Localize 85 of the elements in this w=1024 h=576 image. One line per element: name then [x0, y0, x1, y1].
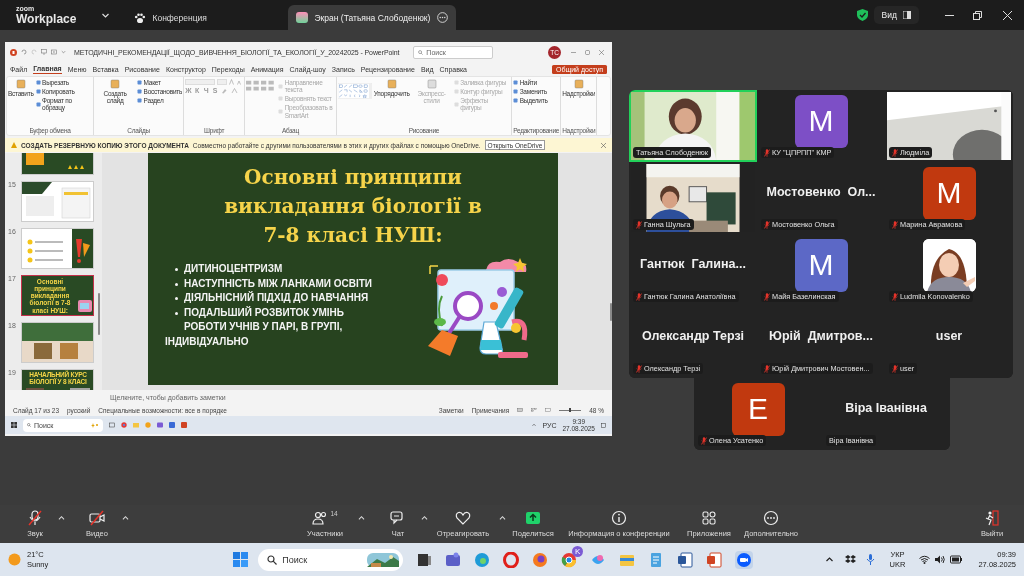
search-field[interactable]: Поиск	[258, 548, 404, 571]
undo-icon[interactable]	[21, 49, 27, 55]
powerpoint-icon	[10, 48, 17, 56]
scrollbar[interactable]	[98, 293, 100, 335]
participant-name: Віра Іванівна	[845, 401, 927, 415]
document-icon[interactable]	[677, 551, 694, 568]
avatar: M	[794, 94, 848, 148]
participant-name: Гантюк Галина...	[640, 257, 746, 271]
normal-view-icon[interactable]	[517, 408, 524, 412]
bullet-text: ІНДИВІДУАЛЬНО	[165, 334, 250, 349]
meeting-tab[interactable]: Конференция	[126, 5, 287, 30]
bullet-icon	[175, 282, 178, 286]
avatar: M	[922, 166, 976, 220]
more-icon	[763, 510, 779, 526]
chat-icon	[390, 510, 406, 526]
wifi-icon[interactable]	[919, 555, 931, 564]
font-color-icon[interactable]	[231, 87, 239, 94]
battery-icon[interactable]	[950, 555, 963, 564]
slide-thumbnail[interactable]	[21, 181, 94, 222]
list-format-icons[interactable]	[246, 79, 277, 93]
logo-text: Workplace	[16, 13, 77, 25]
mic-icon[interactable]	[864, 554, 876, 565]
chat-app-icon[interactable]	[157, 422, 163, 428]
chevron-down-icon[interactable]	[101, 11, 111, 19]
bullet-text: ДІЯЛЬНІСНИЙ ПІДХІД ДО НАВЧАННЯ	[184, 291, 369, 305]
command-icon	[278, 109, 284, 115]
scrollbar[interactable]	[610, 303, 612, 321]
screen-share-tab[interactable]: Экран (Татьяна Слободенюк)	[288, 5, 457, 30]
command-icon	[110, 79, 121, 89]
apps-icon	[701, 510, 717, 526]
avatar: E	[731, 382, 785, 436]
video-app-icon[interactable]	[735, 550, 754, 569]
presentation-icon[interactable]	[706, 551, 723, 568]
sparkle-icon	[91, 422, 99, 428]
volume-icon[interactable]	[935, 555, 946, 564]
slide-thumbnail[interactable]	[21, 322, 94, 363]
command-icon	[386, 79, 397, 89]
command-icon	[573, 79, 584, 89]
avatar: M	[794, 238, 848, 292]
bullet-icon	[175, 268, 178, 271]
slide-title: Основні принципи викладання біології в 7-8 класі НУШ:	[223, 164, 483, 249]
participant-name: user	[935, 329, 963, 343]
paw-icon	[134, 11, 147, 24]
search-icon	[27, 423, 31, 427]
share-screen-icon	[525, 510, 541, 526]
participant-name: Мостовенко Ол...	[766, 185, 876, 199]
info-icon	[611, 510, 627, 526]
box-icon[interactable]	[844, 554, 856, 565]
bullet-icon	[175, 311, 178, 315]
exit-icon	[984, 510, 1000, 526]
bullet-text: ДИТИНОЦЕНТРИЗМ	[184, 262, 283, 276]
presenter-icon[interactable]	[41, 49, 47, 55]
participant-name: Олександр Терзі	[641, 329, 745, 343]
restore-icon[interactable]	[973, 10, 982, 20]
people-icon	[312, 510, 329, 526]
command-icon	[15, 79, 26, 89]
bullet-icon	[175, 297, 178, 300]
sorter-view-icon[interactable]	[531, 408, 538, 412]
warning-icon	[11, 142, 17, 148]
weather-sun-icon	[8, 553, 21, 566]
view-button[interactable]: Вид	[873, 6, 919, 24]
start-icon[interactable]	[11, 422, 17, 428]
command-icon	[278, 96, 284, 102]
search-icon	[267, 554, 278, 565]
reading-view-icon[interactable]	[545, 408, 552, 412]
notification-icon[interactable]	[601, 422, 606, 428]
slideshow-icon[interactable]	[51, 49, 57, 55]
chat-app-icon[interactable]	[445, 551, 462, 568]
bullet-text: ПОДАЛЬШИЙ РОЗВИТОК УМІНЬ РОБОТИ УЧНІВ У ПАРІ, В ГРУПІ,	[184, 305, 344, 334]
highlight-icon[interactable]	[221, 87, 229, 94]
shared-screen-icon	[296, 12, 309, 23]
slide-thumbnail[interactable]	[21, 228, 94, 269]
bullet-text: НАСТУПНІСТЬ МІЖ ЛАНКАМИ ОСВІТИ	[184, 276, 373, 291]
participant-name: Юрій Дмитров...	[769, 329, 873, 343]
command-icon	[278, 83, 284, 89]
command-icon	[426, 79, 437, 89]
task-view-icon[interactable]	[416, 551, 433, 568]
heart-icon	[455, 510, 471, 526]
more-icon[interactable]	[437, 12, 449, 23]
shield-check-icon	[856, 9, 868, 21]
start-icon[interactable]	[233, 552, 249, 567]
profile-badge: K	[572, 545, 584, 557]
layout-icon	[903, 11, 911, 19]
search-icon	[418, 49, 424, 55]
chevron-up-icon[interactable]	[824, 556, 834, 563]
